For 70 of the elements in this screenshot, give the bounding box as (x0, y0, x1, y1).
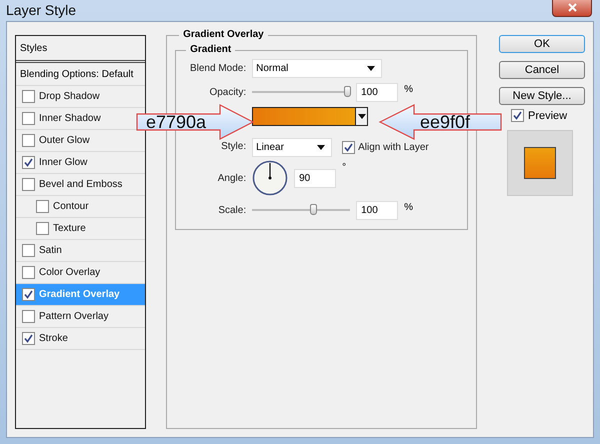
align-label: Align with Layer (358, 142, 429, 153)
angle-input[interactable]: 90 (294, 168, 336, 188)
blending-options-item[interactable]: Blending Options: Default (16, 63, 146, 86)
checkbox[interactable] (22, 244, 35, 257)
checkbox[interactable] (36, 222, 49, 235)
style-item[interactable]: Contour (16, 196, 146, 218)
style-label: Gradient Overlay (39, 289, 120, 300)
style-label: Stroke (39, 333, 68, 344)
field-label: Blend Mode: (188, 62, 246, 74)
unit-label: % (404, 202, 414, 213)
unit-label: % (404, 84, 414, 95)
field-label: Scale: (217, 204, 246, 216)
checkbox[interactable] (22, 178, 35, 191)
style-label: Color Overlay (39, 267, 100, 278)
checkbox[interactable] (511, 109, 524, 122)
checkbox[interactable] (342, 141, 356, 154)
style-label: Contour (53, 201, 89, 212)
style-label: Outer Glow (39, 135, 90, 146)
checkbox[interactable] (22, 310, 35, 323)
panel-header: Styles (20, 42, 48, 54)
style-item[interactable]: Stroke (16, 328, 146, 350)
opacity-input[interactable]: 100 (356, 82, 398, 102)
caret-icon (317, 145, 326, 150)
style-label: Inner Glow (39, 157, 88, 168)
style-item[interactable]: Outer Glow (16, 130, 146, 152)
preview-label: Preview (528, 110, 568, 122)
style-label: Texture (53, 223, 86, 234)
unit-label: ° (342, 162, 346, 173)
style-label: Satin (39, 245, 62, 256)
slider-thumb[interactable] (310, 204, 317, 215)
close-icon (568, 3, 576, 12)
group-title: Gradient Overlay (179, 29, 268, 40)
checkbox[interactable] (36, 200, 49, 213)
window-title: Layer Style (6, 2, 76, 18)
checkbox[interactable] (22, 156, 35, 169)
style-label: Pattern Overlay (39, 311, 108, 322)
color-code-label: e7790a (146, 112, 206, 132)
caret-icon (367, 66, 376, 70)
checkbox[interactable] (22, 266, 35, 279)
field-label: Style: (220, 141, 246, 152)
checkbox[interactable] (22, 134, 35, 147)
style-dropdown[interactable]: Linear (252, 138, 332, 157)
color-code-label: ee9f0f (420, 112, 470, 132)
preview-swatch (524, 147, 556, 179)
caret-icon (358, 114, 366, 118)
angle-dial[interactable] (252, 160, 288, 196)
style-item[interactable]: Inner Glow (16, 152, 146, 174)
blend-mode-dropdown[interactable]: Normal (252, 58, 382, 78)
field-label: Angle: (216, 172, 246, 184)
field-label: Opacity: (208, 86, 246, 98)
slider-thumb[interactable] (344, 86, 352, 97)
style-label: Drop Shadow (39, 91, 100, 102)
close-button[interactable] (552, 0, 592, 16)
style-item[interactable]: Bevel and Emboss (16, 174, 146, 196)
gradient-swatch[interactable] (252, 106, 368, 126)
scale-input[interactable]: 100 (356, 200, 398, 220)
style-item[interactable]: Drop Shadow (16, 86, 146, 108)
checkbox[interactable] (22, 90, 35, 103)
style-item[interactable]: Pattern Overlay (16, 306, 146, 328)
style-label: Bevel and Emboss (39, 179, 122, 190)
style-item[interactable]: Texture (16, 218, 146, 240)
dialog-button[interactable]: New Style... (499, 87, 585, 105)
dialog-button[interactable]: OK (499, 35, 585, 53)
style-item[interactable]: Satin (16, 240, 146, 262)
checkbox[interactable] (22, 288, 35, 301)
checkbox[interactable] (22, 332, 35, 345)
group-title: Gradient (186, 44, 236, 55)
dialog-button[interactable]: Cancel (499, 61, 585, 79)
style-label: Inner Shadow (39, 113, 101, 124)
checkbox[interactable] (22, 112, 35, 125)
